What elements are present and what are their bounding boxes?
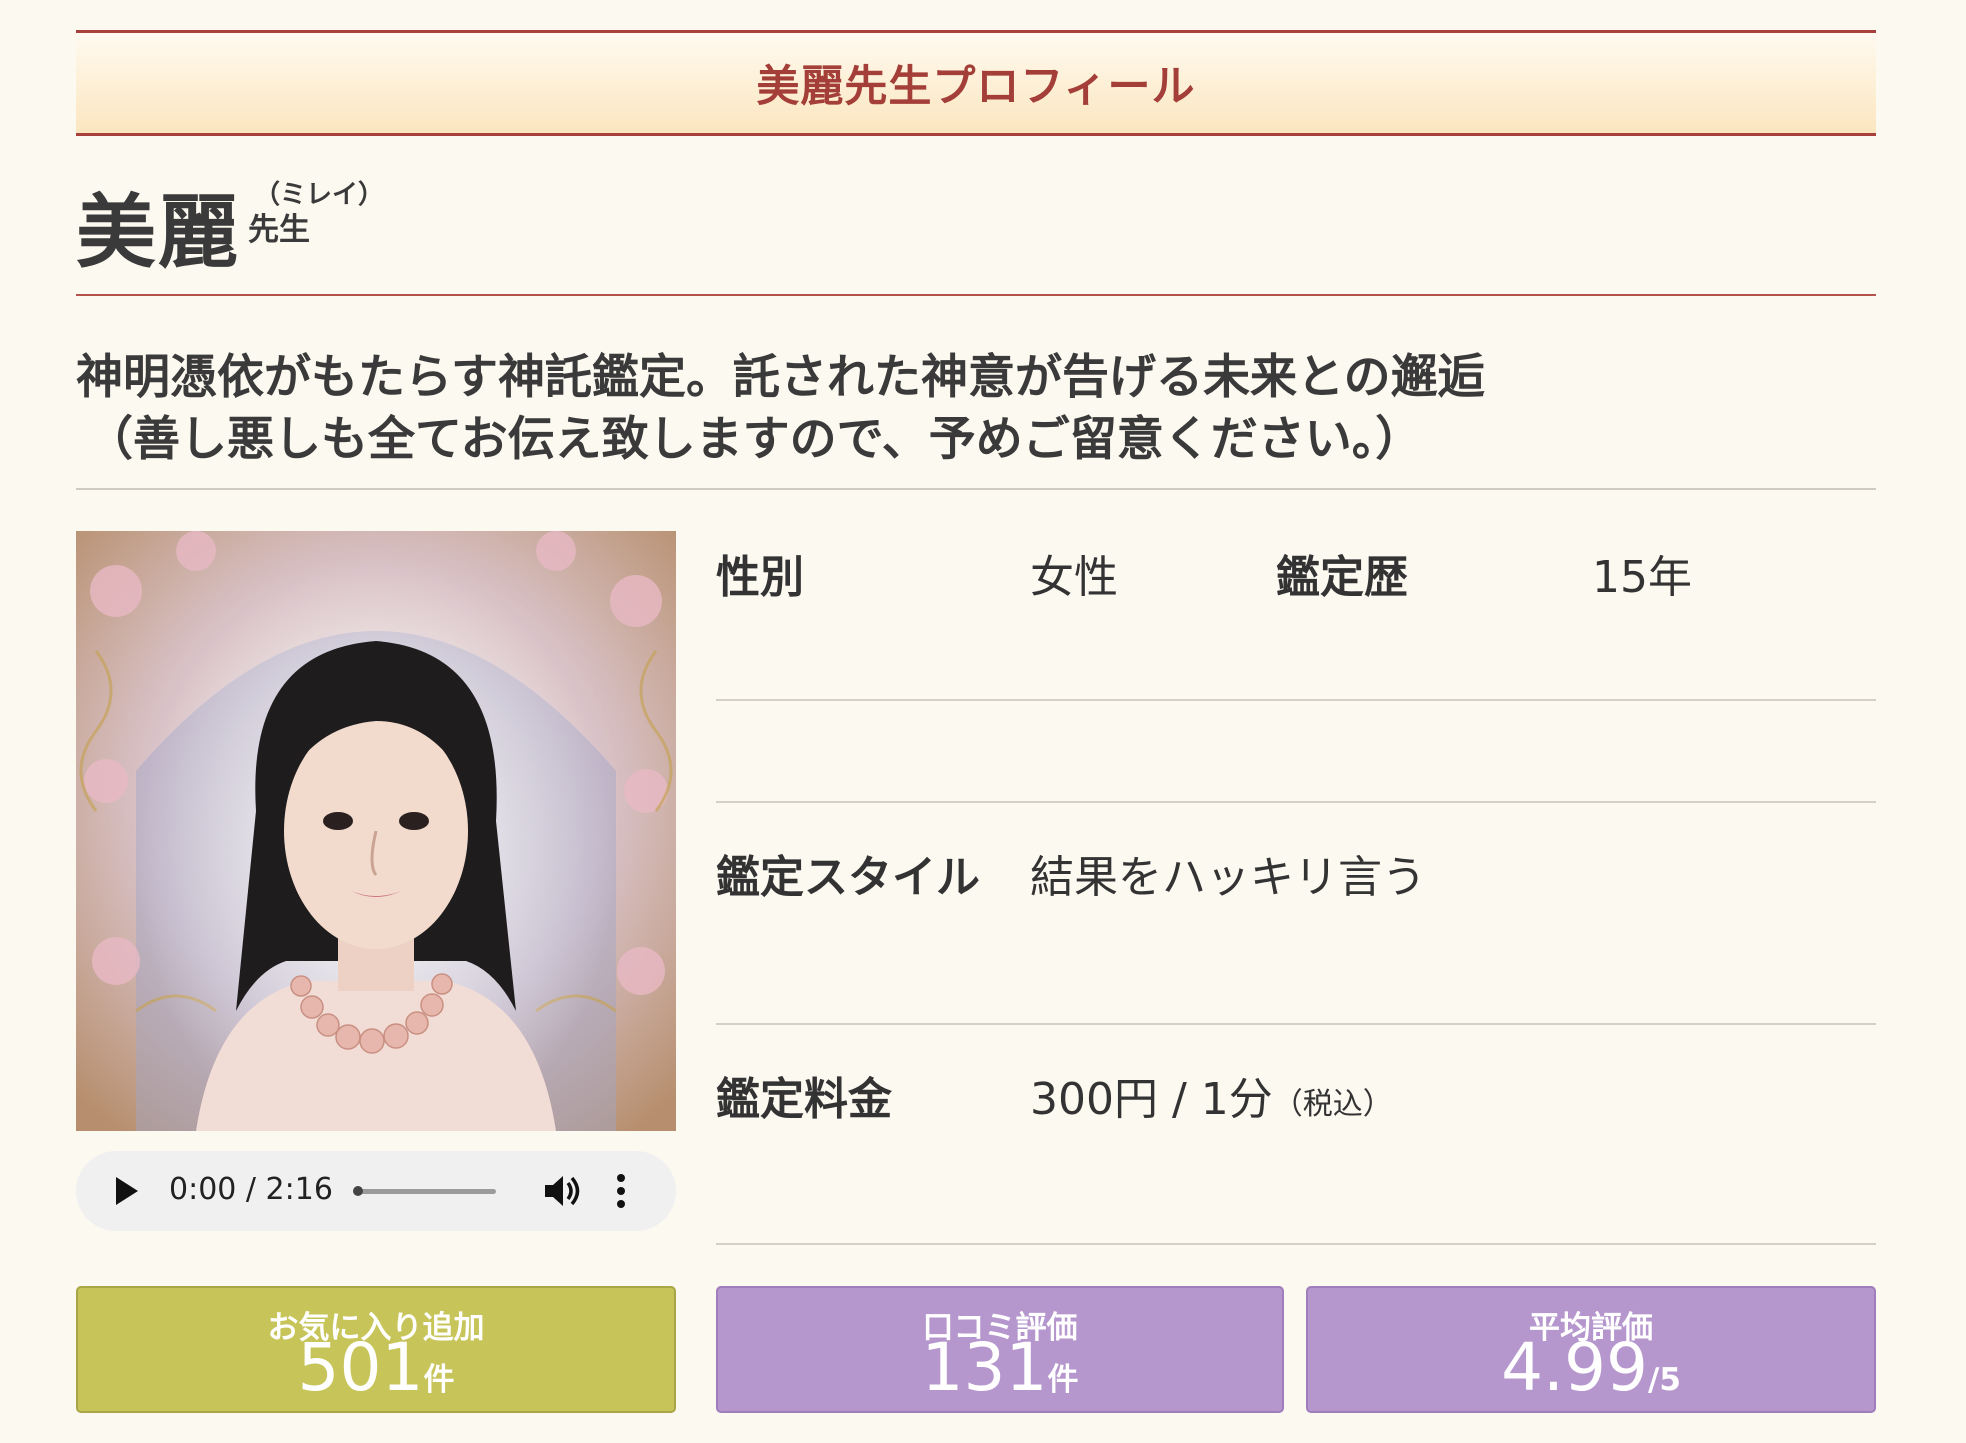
volume-icon[interactable]: [541, 1171, 581, 1211]
style-label: 鑑定スタイル: [716, 852, 980, 903]
audio-time: 0:00 / 2:16: [169, 1172, 333, 1207]
favorites-count-button[interactable]: お気に入り追加 501件: [76, 1286, 676, 1413]
name-row: 美麗 （ミレイ） 先生: [76, 160, 1876, 296]
average-number: 4.99: [1501, 1329, 1649, 1406]
career-label: 鑑定歴: [1276, 552, 1408, 603]
audio-seek-bar[interactable]: [353, 1186, 496, 1196]
play-icon[interactable]: [116, 1177, 138, 1205]
fee-value: 300円 / 1分（税込）: [1030, 1063, 1393, 1127]
favorites-value: 501件: [78, 1328, 674, 1420]
favorites-unit: 件: [423, 1362, 455, 1398]
fortune-teller-name: 美麗: [76, 186, 240, 279]
audio-seek-knob[interactable]: [353, 1186, 363, 1196]
reviews-value: 131件: [718, 1328, 1282, 1420]
reviews-count-button[interactable]: 口コミ評価 131件: [716, 1286, 1284, 1413]
gender-value: 女性: [1030, 552, 1118, 603]
more-options-icon[interactable]: [616, 1171, 626, 1211]
fee-tax-note: （税込）: [1272, 1087, 1393, 1122]
profile-header: 美麗先生プロフィール: [76, 30, 1876, 136]
catchphrase: 神明憑依がもたらす神託鑑定。託された神意が告げる未来との邂逅 （善し悪しも全てお…: [76, 338, 1876, 490]
reviews-unit: 件: [1047, 1362, 1079, 1398]
name-honorific: 先生: [248, 212, 310, 248]
average-value: 4.99/5: [1308, 1328, 1874, 1420]
fee-amount: 300円 / 1分: [1030, 1074, 1273, 1125]
gender-label: 性別: [716, 552, 804, 603]
detail-row-fee: 鑑定料金 300円 / 1分（税込）: [716, 1025, 1876, 1245]
audio-player[interactable]: 0:00 / 2:16: [76, 1151, 676, 1231]
average-unit: /5: [1648, 1362, 1681, 1398]
detail-row-style: 鑑定スタイル 結果をハッキリ言う: [716, 803, 1876, 1025]
catchphrase-line-1: 神明憑依がもたらす神託鑑定。託された神意が告げる未来との邂逅: [76, 350, 1485, 405]
fee-label: 鑑定料金: [716, 1074, 892, 1125]
catchphrase-line-2: （善し悪しも全てお伝え致しますので、予めご留意ください。）: [86, 412, 1423, 467]
detail-row-empty: [716, 701, 1876, 803]
profile-photo: [76, 531, 676, 1131]
reviews-number: 131: [921, 1329, 1048, 1406]
career-value: 15年: [1592, 552, 1692, 603]
style-value: 結果をハッキリ言う: [1030, 852, 1426, 903]
favorites-number: 501: [297, 1329, 424, 1406]
average-rating-button[interactable]: 平均評価 4.99/5: [1306, 1286, 1876, 1413]
detail-row-basic: 性別 女性 鑑定歴 15年: [716, 531, 1876, 701]
profile-header-title: 美麗先生プロフィール: [756, 62, 1196, 112]
